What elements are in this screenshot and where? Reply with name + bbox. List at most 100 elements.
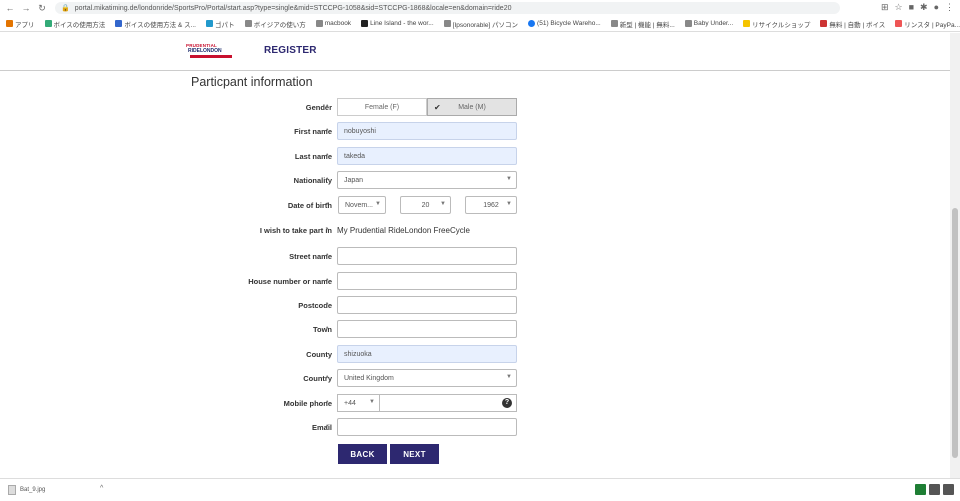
dob-row: Date of birth • Novem... ▼ 20 ▼ 1962 ▼ [0, 196, 960, 216]
postcode-input[interactable] [337, 296, 517, 314]
required-mark: • [326, 152, 329, 159]
menu-icon[interactable]: ⋮ [945, 2, 954, 13]
phone-country-code-select[interactable]: +44 ▼ [337, 394, 379, 412]
required-mark: • [326, 325, 329, 332]
town-input[interactable] [337, 320, 517, 338]
logo-stripe [190, 55, 232, 58]
email-input[interactable] [337, 418, 517, 436]
help-icon[interactable]: ? [502, 398, 512, 408]
bookmark-item[interactable]: Baby Under... [684, 20, 733, 27]
county-label: County [306, 350, 332, 359]
mobile-label: Mobile phone [283, 399, 332, 408]
bookmark-item[interactable]: [Ipsonorable] パソコン [443, 19, 518, 29]
bookmark-icon [205, 20, 213, 27]
bookmark-icon [820, 20, 828, 27]
page-scrollbar[interactable] [950, 33, 960, 478]
nationality-row: Nationality • Japan ▼ [0, 171, 960, 191]
puzzle-icon[interactable]: ✱ [920, 2, 928, 13]
nationality-select[interactable]: Japan ▼ [337, 171, 517, 189]
bookmark-item[interactable]: ボイジアの使い方 [244, 19, 306, 29]
bookmark-item[interactable]: アプリ [6, 19, 35, 29]
reload-icon[interactable]: ↻ [36, 3, 48, 14]
town-label: Town [312, 325, 332, 334]
dob-month-select[interactable]: Novem... ▼ [338, 196, 386, 214]
street-input[interactable] [337, 247, 517, 265]
scrollbar-thumb[interactable] [952, 208, 958, 458]
checkmark-icon: ✔ [434, 103, 441, 112]
first-name-row: First name • nobuyoshi [0, 122, 960, 142]
gender-female-button[interactable]: Female (F) [337, 98, 427, 116]
country-row: Country • United Kingdom ▼ [0, 369, 960, 389]
bookmark-icon [115, 20, 123, 27]
bookmark-item[interactable]: macbook [315, 20, 351, 27]
system-tray [915, 484, 954, 495]
extension-icon[interactable]: ■ [909, 2, 914, 13]
site-header: PRUDENTIAL RIDELONDON REGISTER [0, 33, 960, 71]
forward-arrow-icon[interactable]: → [20, 3, 32, 13]
bookmark-item[interactable]: 無料 | 自動 | ボイス [820, 19, 885, 29]
app-icon[interactable] [943, 484, 954, 495]
bookmarks-bar: アプリ ボイスの使用方法 ボイスの使用方法 & ス... ゴパト ボイジアの使い… [0, 16, 960, 32]
take-part-row: I wish to take part in • My Prudential R… [0, 221, 960, 241]
translate-icon[interactable]: ⊞ [881, 2, 889, 13]
bookmark-icon [895, 20, 903, 27]
bookmark-item[interactable]: ボイスの使用方法 [44, 19, 105, 29]
required-mark: • [326, 277, 329, 284]
required-mark: • [326, 201, 329, 208]
take-part-label: I wish to take part in [259, 226, 332, 235]
globe-icon [315, 20, 323, 27]
bookmark-item[interactable]: (51) Bicycle Wareho... [528, 20, 601, 27]
next-button[interactable]: NEXT [390, 444, 439, 464]
mobile-phone-input[interactable]: ? [379, 394, 517, 412]
gender-row: Gender • Female (F) ✔ Male (M) [0, 98, 960, 118]
bookmark-icon [743, 20, 751, 27]
url-text: portal.mikatiming.de/londonride/SportsPr… [74, 4, 512, 12]
dob-day-select[interactable]: 20 ▼ [400, 196, 451, 214]
first-name-input[interactable]: nobuyoshi [337, 122, 517, 140]
bookmark-item[interactable]: リンスタ | PayPa... [895, 19, 960, 29]
back-button[interactable]: BACK [338, 444, 387, 464]
email-row: Email • [0, 418, 960, 438]
chevron-down-icon: ▼ [506, 176, 512, 182]
app-icon[interactable] [929, 484, 940, 495]
spreadsheet-icon[interactable] [915, 484, 926, 495]
section-title: Particpant information [191, 75, 313, 89]
county-input[interactable]: shizuoka [337, 345, 517, 363]
bookmark-item[interactable]: 新型 | 機能 | 無料... [610, 19, 675, 29]
profile-avatar-icon[interactable]: ● [934, 2, 939, 13]
page-title: REGISTER [264, 45, 317, 56]
email-label: Email [311, 423, 332, 432]
gender-male-button[interactable]: ✔ Male (M) [427, 98, 517, 116]
required-mark: • [326, 399, 329, 406]
street-row: Street name • [0, 247, 960, 267]
star-icon[interactable]: ☆ [895, 2, 903, 13]
bookmark-item[interactable]: ボイスの使用方法 & ス... [115, 19, 196, 29]
url-field[interactable]: 🔒 portal.mikatiming.de/londonride/Sports… [55, 2, 840, 14]
bookmark-icon [44, 20, 52, 27]
chevron-down-icon: ▼ [506, 374, 512, 380]
required-mark: • [326, 252, 329, 259]
facebook-icon [528, 20, 536, 27]
globe-icon [684, 20, 692, 27]
chevron-up-icon[interactable]: ^ [100, 485, 103, 492]
chevron-down-icon: ▼ [369, 399, 375, 405]
country-select[interactable]: United Kingdom ▼ [337, 369, 517, 387]
bookmark-item[interactable]: Line Island - the wor... [361, 20, 434, 27]
required-mark: • [326, 301, 329, 308]
bookmark-icon [443, 20, 451, 27]
house-row: House number or name • [0, 272, 960, 292]
dob-year-select[interactable]: 1962 ▼ [465, 196, 517, 214]
house-input[interactable] [337, 272, 517, 290]
back-arrow-icon[interactable]: ← [4, 3, 16, 13]
last-name-input[interactable]: takeda [337, 147, 517, 165]
address-bar: ← → ↻ 🔒 portal.mikatiming.de/londonride/… [0, 0, 960, 16]
lock-icon: 🔒 [61, 5, 70, 12]
bookmark-item[interactable]: リサイクルショップ [743, 19, 810, 29]
download-item[interactable]: Bat_9.jpg [8, 485, 45, 495]
chevron-down-icon: ▼ [440, 201, 446, 207]
required-mark: • [326, 374, 329, 381]
ridelondon-logo[interactable]: PRUDENTIAL RIDELONDON [186, 43, 238, 63]
bookmark-item[interactable]: ゴパト [205, 19, 235, 29]
extension-icons: ⊞ ☆ ■ ✱ ● ⋮ [881, 2, 954, 13]
postcode-row: Postcode • [0, 296, 960, 316]
